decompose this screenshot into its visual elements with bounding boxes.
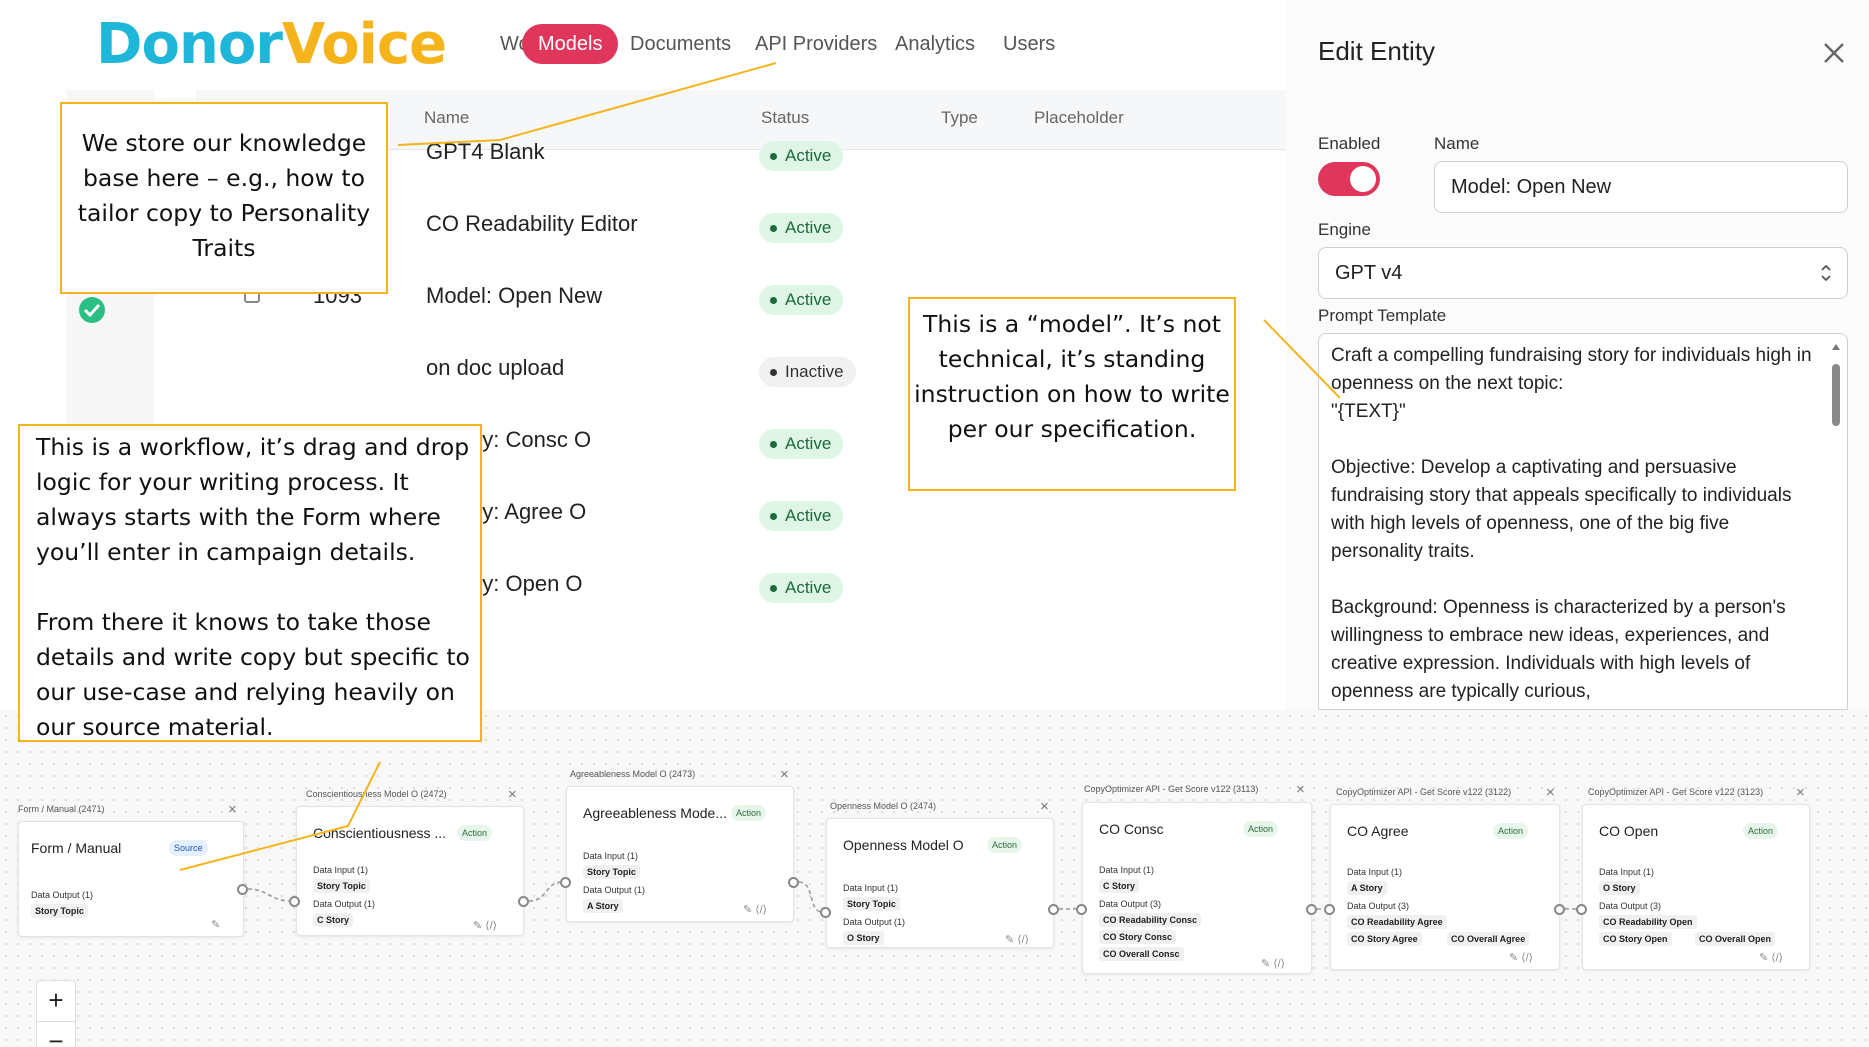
prompt-template-label: Prompt Template [1318,306,1447,325]
nav-api-providers[interactable]: API Providers [739,24,893,64]
status-badge: Active [759,429,844,459]
callout-workflow: This is a workflow, it’s drag and drop l… [18,424,482,742]
name-field[interactable]: Model: Open New [1434,161,1848,213]
zoom-out-button[interactable]: − [37,1021,75,1047]
name-field-value: Model: Open New [1451,175,1612,198]
prompt-template-textarea[interactable]: Craft a compelling fundraising story for… [1318,333,1848,710]
status-badge: Active [759,573,844,603]
status-badge: Active [759,141,844,171]
panel-title: Edit Entity [1318,36,1436,66]
brand-logo-part2: Voice [281,12,447,77]
status-badge: Active [759,501,844,531]
close-icon[interactable] [1819,38,1849,68]
callout-model: This is a “model”. It’s not technical, i… [908,297,1236,491]
scrollbar[interactable] [1829,340,1843,440]
edit-entity-panel: Edit Entity Enabled Name Model: Open New… [1286,0,1869,710]
chevron-updown-icon [1821,264,1831,282]
engine-label: Engine [1318,220,1371,239]
brand-logo-part1: Donor [96,12,283,77]
status-badge: Active [759,213,844,243]
enabled-toggle[interactable] [1318,162,1380,196]
check-circle-icon[interactable] [77,295,107,325]
nav-analytics[interactable]: Analytics [879,24,991,64]
enabled-label: Enabled [1318,134,1381,153]
status-badge: Inactive [759,357,856,387]
nav-models[interactable]: Models [522,24,619,64]
zoom-in-button[interactable]: + [37,981,75,1019]
row-name: CO Readability Editor [426,211,638,236]
engine-select-value: GPT v4 [1335,261,1403,284]
callout-workflow-paragraph-2: From there it knows to take those detail… [36,608,470,741]
callout-workflow-paragraph-1: This is a workflow, it’s drag and drop l… [36,433,470,566]
row-name: GPT4 Blank [426,139,545,164]
brand-logo[interactable]: DonorVoice [96,12,447,77]
nav-documents[interactable]: Documents [614,24,747,64]
prompt-template-text: Craft a compelling fundraising story for… [1331,345,1812,702]
zoom-controls: + − [36,980,76,1047]
workflow-connectors [247,881,1578,913]
name-label: Name [1434,134,1480,153]
row-name: Model: Open New [426,283,603,308]
status-badge: Active [759,285,844,315]
workflow-canvas[interactable]: Form / Manual (2471) × Form / Manual Sou… [0,710,1869,1047]
callout-knowledge-base: We store our knowledge base here – e.g.,… [60,102,388,294]
row-name: on doc upload [426,355,565,380]
engine-select[interactable]: GPT v4 [1318,247,1848,299]
nav-users[interactable]: Users [987,24,1071,64]
